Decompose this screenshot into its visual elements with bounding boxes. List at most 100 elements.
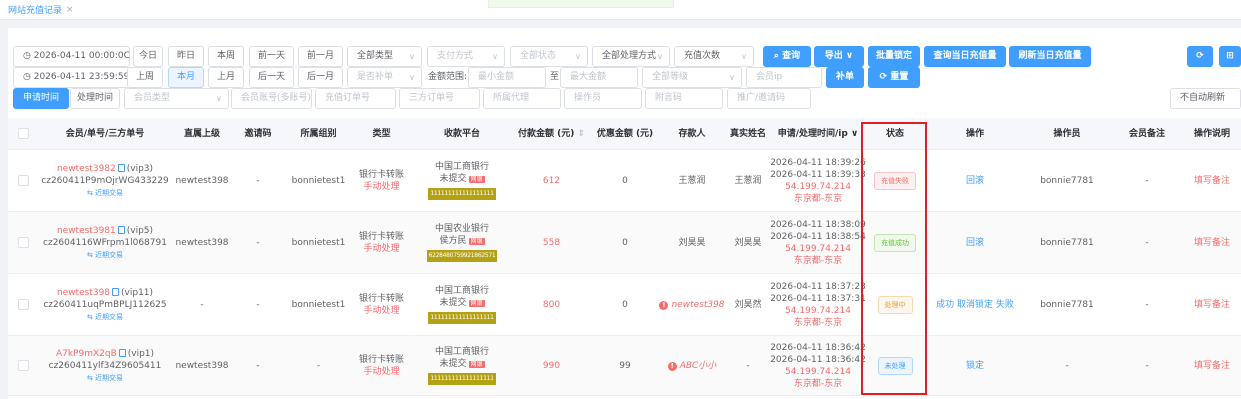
header-member-remark: 会员备注 [1128, 129, 1165, 139]
header-checkbox-cell [8, 118, 38, 150]
recent-trades-link[interactable]: ⇆ 近期交易 [87, 249, 123, 261]
max-amount-input[interactable]: 最大金额 [560, 67, 638, 88]
copy-icon[interactable] [117, 225, 125, 234]
member-account-input[interactable]: 会员账号(多账号) [231, 88, 312, 109]
member-ip-input[interactable]: 会员ip [746, 67, 822, 88]
table-cell: 刘昊昊 [661, 212, 723, 273]
exchange-icon: ⇆ [86, 250, 96, 259]
table-row: newtest3982 (vip3) cz260411P9mOjrWG433229… [8, 150, 1241, 212]
member-type-select[interactable]: 会员类型 ∨ [124, 88, 229, 109]
recharge-order-input[interactable]: 充值订单号 [315, 88, 396, 109]
group: bonnietest1 [291, 175, 346, 186]
recent-trades-link[interactable]: ⇆ 近期交易 [87, 311, 123, 323]
member-link[interactable]: newtest398 [57, 288, 110, 298]
fill-note-link[interactable]: 填写备注 [1194, 360, 1230, 372]
member-link[interactable]: A7kP9mX2qB [56, 349, 117, 359]
next-day-button[interactable]: 后一天 [249, 67, 294, 88]
today-button[interactable]: 今日 [133, 46, 163, 67]
close-icon[interactable]: × [66, 5, 74, 15]
query-button[interactable]: ⌕ 查询 [763, 46, 811, 67]
next-month-button[interactable]: 后一月 [298, 67, 343, 88]
pay-type: 银行卡转账 [358, 231, 404, 242]
ip-location: 东京都-东京 [793, 193, 843, 204]
to-label: 至 [550, 72, 560, 82]
table-row: newtest3981 (vip5) cz2604116WFrpm1l068791… [8, 212, 1241, 274]
row-checkbox[interactable] [17, 237, 29, 248]
start-time-input[interactable]: ◷ 2026-04-11 00:00:0C [13, 46, 130, 67]
batch-lock-button[interactable]: 批量锁定 [868, 46, 920, 67]
tab-process-time[interactable]: 处理时间 [70, 88, 120, 109]
min-amount-input[interactable]: 最小金额 [468, 67, 546, 88]
fill-note-link[interactable]: 填写备注 [1194, 175, 1230, 187]
status-highlight-box [861, 122, 927, 395]
operation-link[interactable]: 成功 取消锁定 失败 [936, 299, 1014, 311]
header-time[interactable]: 申请/处理时间/ip ∨ [773, 118, 863, 150]
last-week-button[interactable]: 上周 [127, 67, 163, 88]
table-cell: bonnie7781 [1023, 274, 1111, 335]
table-cell: 填写备注 [1183, 150, 1241, 211]
header-member: 会员/单号/三方单号 [65, 129, 145, 139]
prev-day-button[interactable]: 前一天 [249, 46, 294, 67]
third-order-input[interactable]: 三方订单号 [399, 88, 480, 109]
copy-icon[interactable] [118, 348, 126, 357]
is-supplement-select[interactable]: 是否补单 ∨ [347, 67, 422, 88]
row-checkbox[interactable] [17, 175, 29, 186]
bank-status: 侯方民 [439, 236, 467, 246]
prev-month-button[interactable]: 前一月 [298, 46, 343, 67]
member-remark: - [1145, 360, 1149, 371]
all-process-select[interactable]: 全部处理方式 ∨ [592, 46, 670, 67]
header-amount[interactable]: 付款金额 (元) ⇕ [514, 118, 589, 150]
select-all-checkbox[interactable] [17, 128, 29, 139]
recent-trades-link[interactable]: ⇆ 近期交易 [87, 187, 123, 199]
fill-note-link[interactable]: 填写备注 [1194, 237, 1230, 249]
member-link[interactable]: newtest3982 [57, 164, 116, 174]
reset-button[interactable]: ⟳ 重置 [868, 67, 920, 88]
operator-input[interactable]: 操作员 [564, 88, 642, 109]
pay-type: 银行卡转账 [358, 354, 404, 365]
tab-recharge-records[interactable]: 网站充值记录 × [8, 3, 74, 17]
operation-link[interactable]: 回滚 [966, 237, 984, 249]
recharge-count-select[interactable]: 充值次数 ∨ [674, 46, 754, 67]
this-month-button[interactable]: 本月 [168, 67, 204, 88]
grid-icon[interactable]: ⊞ [1219, 46, 1241, 67]
toast-message [488, 0, 674, 8]
bank-tag: 网银 [468, 176, 485, 183]
all-levels-select[interactable]: 全部等级 ∨ [642, 67, 742, 88]
this-week-button[interactable]: 本周 [208, 46, 244, 67]
table-cell: - [232, 212, 284, 273]
today-query-button[interactable]: 查询当日充值量 [924, 46, 1006, 67]
postscript-input[interactable]: 附言码 [645, 88, 723, 109]
parent: - [200, 299, 204, 310]
table-cell: newtest398 [172, 150, 232, 211]
operator-name: bonnie7781 [1040, 175, 1094, 186]
table-cell: - [172, 274, 232, 335]
warning-icon: ! [667, 361, 677, 371]
copy-icon[interactable] [112, 287, 120, 296]
supplement-button[interactable]: 补单 [826, 67, 864, 88]
refresh-icon[interactable]: ⟳ [1187, 46, 1213, 67]
fill-note-link[interactable]: 填写备注 [1194, 299, 1230, 311]
operation-link[interactable]: 锁定 [966, 360, 984, 372]
promo-code-input[interactable]: 推广/邀请码 [727, 88, 811, 109]
yesterday-button[interactable]: 昨日 [168, 46, 204, 67]
today-refresh-button[interactable]: 刷新当日充值量 [1009, 46, 1091, 67]
operation-link[interactable]: 回滚 [966, 175, 984, 187]
discount: 0 [622, 237, 628, 248]
invite-code: - [256, 175, 260, 186]
chevron-down-icon: ∨ [741, 52, 747, 61]
depositor: 刘昊昊 [678, 237, 706, 248]
all-status-select[interactable]: 全部状态 ∨ [510, 46, 588, 67]
agent-input[interactable]: 所属代理 [483, 88, 561, 109]
row-checkbox[interactable] [17, 299, 29, 310]
export-button[interactable]: 导出 ∨ [814, 46, 864, 67]
all-types-select[interactable]: 全部类型 ∨ [347, 46, 422, 67]
pay-method-select[interactable]: 支付方式 ∨ [427, 46, 505, 67]
last-month-button[interactable]: 上月 [208, 67, 244, 88]
recent-trades-link[interactable]: ⇆ 近期交易 [87, 372, 123, 384]
copy-icon[interactable] [117, 163, 125, 172]
end-time-input[interactable]: ◷ 2026-04-11 23:59:59 [13, 67, 130, 88]
auto-refresh-select[interactable]: 不自动刷新 [1170, 88, 1241, 109]
tab-apply-time[interactable]: 申请时间 [13, 88, 69, 109]
member-link[interactable]: newtest3981 [57, 226, 116, 236]
row-checkbox[interactable] [17, 360, 29, 371]
